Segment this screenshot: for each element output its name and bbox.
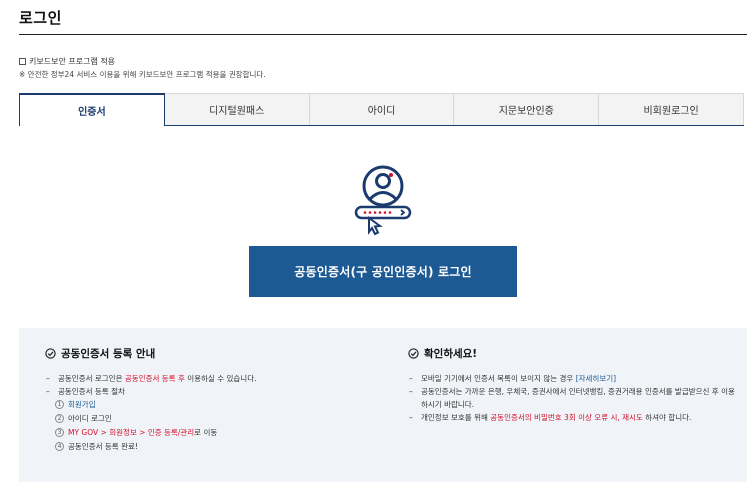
tab-id[interactable]: 아이디 [309, 93, 455, 126]
check-circle-icon [45, 348, 56, 359]
mygov-path-link[interactable]: MY GOV > 회원정보 > 인증 등록/관리 [68, 428, 194, 437]
tab-guest-login[interactable]: 비회원로그인 [599, 93, 744, 126]
keyboard-security-note: ※ 안전한 정부24 서비스 이용을 위해 키보드보안 프로그램 적용을 권장합… [19, 70, 266, 79]
guide-title: 공동인증서 등록 안내 [61, 348, 156, 360]
tab-certificate[interactable]: 인증서 [19, 93, 165, 126]
keyboard-security-label: 키보드보안 프로그램 적용 [29, 57, 116, 66]
details-link[interactable]: [자세히보기] [576, 374, 616, 383]
info-panel: 공동인증서 등록 안내 – 공동인증서 로그인은 공동인증서 등록 후 이용하실… [19, 328, 747, 482]
keyboard-security-checkbox[interactable] [19, 58, 26, 65]
list-item: – 공동인증서 등록 절차 [46, 387, 125, 396]
login-method-tabs: 인증서 디지털원패스 아이디 지문보안인증 비회원로그인 [19, 93, 744, 126]
notice-title: 확인하세요! [424, 348, 478, 360]
tab-fingerprint[interactable]: 지문보안인증 [454, 93, 600, 126]
list-item: – 공동인증서는 가까운 은행, 우체국, 증권사에서 인터넷뱅킹, 증권거래용… [409, 387, 735, 409]
list-item: – 모바일 기기에서 인증서 목록이 보이지 않는 경우 [자세히보기] [409, 374, 617, 383]
tab-digital-onepass[interactable]: 디지털원패스 [164, 93, 310, 126]
step-number: 1 [55, 400, 64, 409]
title-divider [19, 34, 747, 35]
notice-section: 확인하세요! – 모바일 기기에서 인증서 목록이 보이지 않는 경우 [자세히… [408, 346, 738, 424]
step-item: 1 회원가입 [45, 398, 385, 412]
check-circle-icon [408, 348, 419, 359]
step-item: 2 아이디 로그인 [45, 412, 385, 426]
step-number: 4 [55, 442, 64, 451]
list-item: – 공동인증서 로그인은 공동인증서 등록 후 이용하실 수 있습니다. [46, 374, 257, 383]
step-number: 2 [55, 414, 64, 423]
step-item: 4 공동인증서 등록 완료! [45, 440, 385, 454]
certificate-user-icon [354, 165, 412, 236]
tabs-underline [164, 125, 744, 126]
signup-link[interactable]: 회원가입 [68, 398, 96, 412]
keyboard-security-option[interactable]: 키보드보안 프로그램 적용 [19, 56, 115, 67]
certificate-login-button[interactable]: 공동인증서(구 공인인증서) 로그인 [249, 246, 517, 297]
list-item: – 개인정보 보호를 위해 공동인증서의 비밀번호 3회 이상 오류 시, 재시… [409, 413, 692, 422]
step-item: 3 MY GOV > 회원정보 > 인증 등록/관리로 이동 [45, 426, 385, 440]
page-title: 로그인 [19, 9, 62, 27]
guide-section: 공동인증서 등록 안내 – 공동인증서 로그인은 공동인증서 등록 후 이용하실… [45, 346, 385, 454]
step-number: 3 [55, 428, 64, 437]
